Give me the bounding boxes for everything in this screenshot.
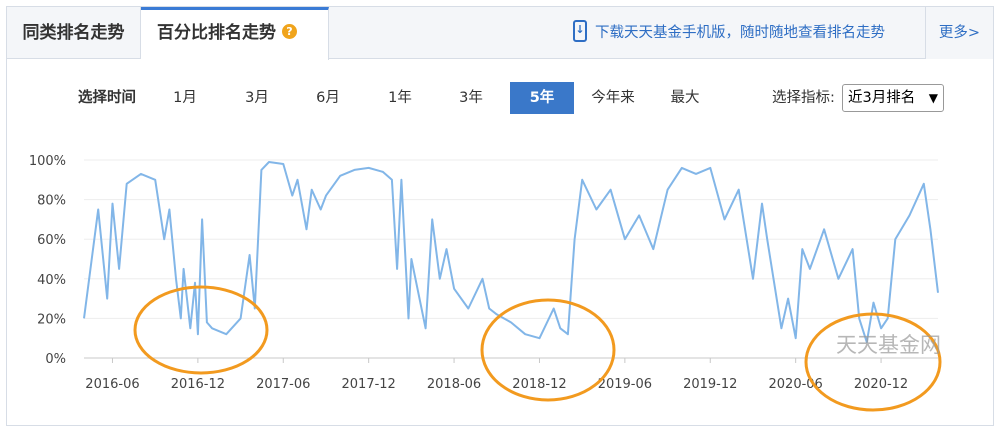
watermark: 天天基金网: [836, 333, 941, 357]
series-line: [83, 161, 939, 344]
highlight-circle-1: [133, 285, 269, 375]
highlight-circle-3: [804, 312, 942, 412]
y-tick-label: 0%: [45, 352, 66, 367]
percent-rank-chart: 100% 80% 60% 40% 20% 0% 2016-06 2016-12 2017-06…: [29, 154, 942, 412]
x-tick-label: 2019-12: [683, 377, 737, 392]
x-tick-label: 2018-06: [427, 377, 481, 392]
y-tick-label: 20%: [37, 312, 66, 327]
x-tick-label: 2018-12: [512, 377, 566, 392]
x-tick-label: 2016-12: [171, 377, 225, 392]
x-tick-label: 2016-06: [85, 377, 139, 392]
x-tick-label: 2017-12: [342, 377, 396, 392]
y-tick-label: 80%: [37, 194, 66, 209]
x-tick-label: 2017-06: [256, 377, 310, 392]
y-tick-label: 60%: [37, 233, 66, 248]
x-tick-label: 2019-06: [598, 377, 652, 392]
x-tick-label: 2020-12: [854, 377, 908, 392]
y-tick-label: 40%: [37, 273, 66, 288]
y-tick-label: 100%: [29, 154, 66, 169]
